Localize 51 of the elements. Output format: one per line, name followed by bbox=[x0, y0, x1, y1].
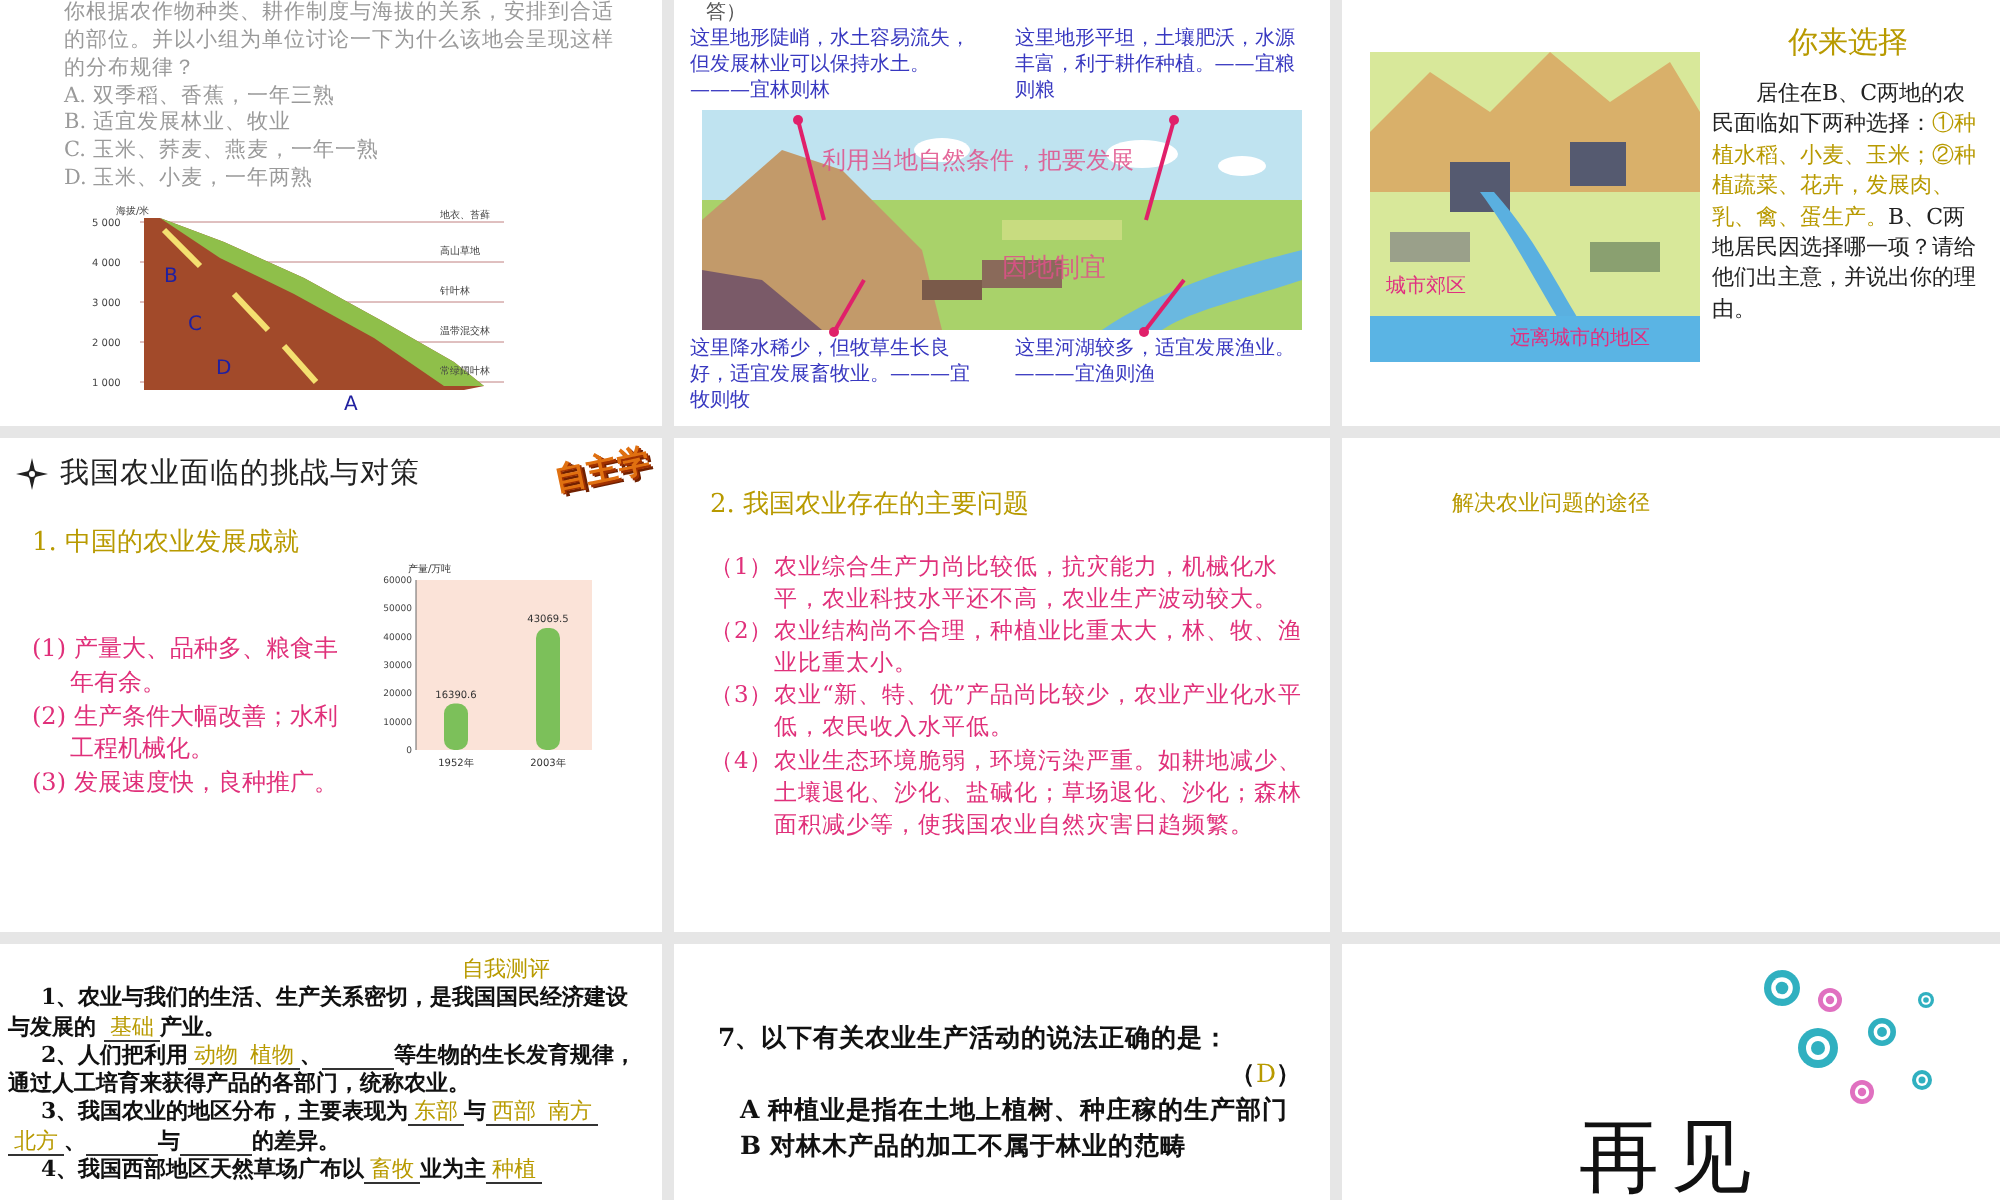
pointer-arrow bbox=[793, 115, 826, 221]
pointer-arrow bbox=[1144, 115, 1179, 221]
slide-text: 答） bbox=[704, 0, 748, 26]
compass-icon bbox=[16, 457, 48, 489]
bar bbox=[536, 627, 560, 750]
question-text: 4、我国西部地区天然草场广布以 畜牧 业为主 种植 bbox=[8, 1156, 650, 1185]
farewell-text: 再见 bbox=[1579, 1118, 1763, 1198]
map-label: 远离城市的地区 bbox=[1510, 325, 1650, 352]
slide-title: 你来选择 bbox=[1786, 24, 1910, 62]
item-number: （4） bbox=[710, 743, 774, 778]
question-text: 2、人们把利用 动物 植物 、 等生物的生长发育规律，通过人工培育来获得产品的各部门，统称农业。 bbox=[8, 1041, 639, 1099]
question-text: 你根据农作物种类、耕作制度与海拔的关系，安排到合适的部位。并以小组为单位讨论一下为什么该地会呈现这样的分布规律？ bbox=[64, 0, 616, 84]
answer-text: （D） bbox=[1227, 1056, 1304, 1093]
list-item: (1) 产量大、品种多、粮食丰年有余。 bbox=[32, 632, 340, 700]
question-text: 7、以下有关农业生产活动的说法正确的是： bbox=[716, 1020, 1232, 1056]
callout-text: 这里河湖较多，适宜发展渔业。———宜渔则渔 bbox=[1014, 336, 1297, 390]
zone-letter: A bbox=[344, 394, 358, 415]
option-text: D. 玉米、小麦，一年两熟 bbox=[64, 166, 316, 195]
list-item: 农业结构尚不合理，种植业比重太大，林、牧、渔业比重太小。 bbox=[774, 614, 1304, 679]
zone-letter: B bbox=[164, 266, 178, 289]
slide-heading: 解决农业问题的途径 bbox=[1452, 488, 1652, 518]
pointer-arrow bbox=[829, 279, 866, 337]
list-item: (2) 生产条件大幅改善；水利工程机械化。 bbox=[32, 699, 340, 767]
question-text: 居住在B、C两地的农民面临如下两种选择：①种植水稻、小麦、玉米；②种植蔬菜、花卉，发展肉、乳、禽、蛋生产。B、C两地居民因选择哪一项？请给他们出主意，并说出你的理由。 bbox=[1712, 78, 1978, 325]
overlay-text: 利用当地自然条件，把要发展 bbox=[822, 146, 1134, 178]
map-label: 城市郊区 bbox=[1386, 273, 1466, 300]
list-item: (3) 发展速度快，良种推广。 bbox=[32, 766, 340, 800]
item-number: （3） bbox=[710, 678, 774, 713]
item-number: （1） bbox=[710, 550, 774, 584]
zone-letter: D bbox=[216, 358, 232, 381]
option-text: A. 双季稻、香蕉，一年三熟 bbox=[64, 83, 337, 110]
callout-text: 这里地形平坦，土壤肥沃，水源丰富，利于耕作种植。——宜粮则粮 bbox=[1014, 26, 1297, 104]
slide-subtitle: 1. 中国的农业发展成就 bbox=[32, 526, 302, 560]
slide-title: 2. 我国农业存在的主要问题 bbox=[710, 488, 1032, 522]
question-text: 1、农业与我们的生活、生产关系密切，是我国国民经济建设与发展的 基础 产业。 bbox=[8, 984, 631, 1042]
list-item: 农业综合生产力尚比较低，抗灾能力，机械化水平，农业科技水平还不高，农业生产波动较大。 bbox=[774, 550, 1280, 615]
pointer-arrow bbox=[1139, 278, 1186, 337]
question-text: 3、我国农业的地区分布，主要表现为 东部 与 西部 南方 北方 、 与 的差异。 bbox=[8, 1098, 650, 1157]
list-item: 农业生态环境脆弱，环境污染严重。如耕地减少、土壤退化、沙化、盐碱化；草场退化、沙化；森林面积减少等，使我国农业自然灾害日趋频繁。 bbox=[774, 743, 1304, 840]
slide-title: 我国农业面临的挑战与对策 bbox=[60, 456, 420, 492]
item-number: （2） bbox=[710, 614, 774, 649]
slide-title: 自我测评 bbox=[460, 956, 552, 985]
list-item: 农业“新、特、优”产品尚比较少，农业产业化水平低，农民收入水平低。 bbox=[774, 678, 1304, 744]
option-text: A 种植业是指在土地上植树、种庄稼的生产部门 bbox=[737, 1092, 1291, 1129]
option-text: C. 玉米、荞麦、燕麦，一年一熟 bbox=[64, 138, 381, 166]
option-text: B 对林木产品的加工不属于林业的范畴 bbox=[738, 1128, 1188, 1165]
badge-text: 自主学 bbox=[550, 440, 654, 502]
callout-text: 这里地形陡峭，水土容易流失，但发展林业可以保持水土。———宜林则林 bbox=[690, 26, 972, 104]
callout-text: 这里降水稀少，但牧草生长良好，适宜发展畜牧业。———宜牧则牧 bbox=[690, 336, 972, 414]
zone-letter: C bbox=[188, 314, 202, 337]
option-text: B. 适宜发展林业、牧业 bbox=[64, 110, 293, 138]
